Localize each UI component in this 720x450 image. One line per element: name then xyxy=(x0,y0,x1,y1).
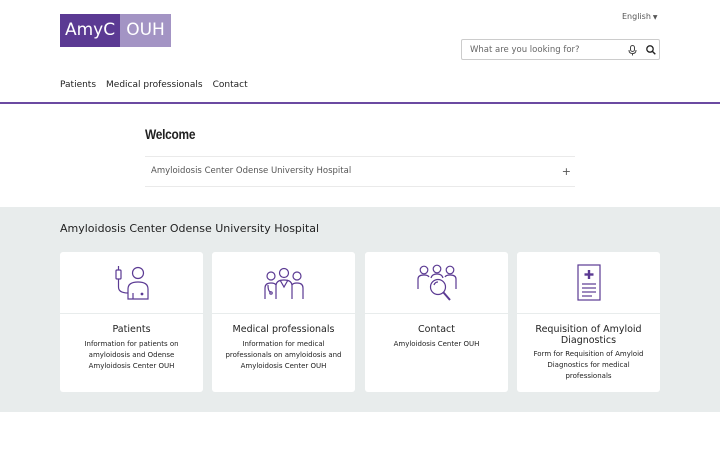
plus-icon[interactable]: + xyxy=(562,165,571,178)
card-description: Form for Requisition of Amyloid Diagnost… xyxy=(533,350,644,380)
search-box xyxy=(461,39,660,60)
card-description: Amyloidosis Center OUH xyxy=(393,340,480,348)
nav-item-patients[interactable]: Patients xyxy=(60,80,96,90)
doctors-icon xyxy=(212,252,355,314)
page-title: Welcome xyxy=(145,126,196,142)
logo-amyc: AmyC xyxy=(60,14,120,47)
card-title: Medical professionals xyxy=(232,324,335,335)
nav-item-medical-professionals[interactable]: Medical professionals xyxy=(106,80,203,90)
logo-ouh: OUH xyxy=(120,14,171,47)
card-medical-professionals[interactable]: Medical professionals Information for me… xyxy=(212,252,355,392)
language-label: English xyxy=(622,12,651,21)
site-logo[interactable]: AmyC OUH xyxy=(60,14,171,47)
language-selector[interactable]: English ▼ xyxy=(622,12,658,21)
search-input[interactable] xyxy=(462,40,618,59)
card-patients[interactable]: Patients Information for patients on amy… xyxy=(60,252,203,392)
main-nav: Patients Medical professionals Contact xyxy=(60,80,248,90)
accordion-item[interactable]: Amyloidosis Center Odense University Hos… xyxy=(145,156,575,187)
section-title: Amyloidosis Center Odense University Hos… xyxy=(60,222,320,235)
patient-icon xyxy=(60,252,203,314)
accordion-label: Amyloidosis Center Odense University Hos… xyxy=(151,166,352,176)
card-contact[interactable]: Contact Amyloidosis Center OUH xyxy=(365,252,508,392)
card-requisition[interactable]: Requisition of Amyloid Diagnostics Form … xyxy=(517,252,660,392)
nav-divider xyxy=(0,102,720,104)
card-description: Information for patients on amyloidosis … xyxy=(84,340,179,370)
microphone-icon[interactable] xyxy=(626,43,638,57)
card-title: Contact xyxy=(418,324,455,335)
medical-form-icon xyxy=(517,252,660,314)
card-title: Patients xyxy=(112,324,151,335)
caret-down-icon: ▼ xyxy=(652,14,658,21)
nav-item-contact[interactable]: Contact xyxy=(213,80,248,90)
card-description: Information for medical professionals on… xyxy=(225,340,342,370)
card-title: Requisition of Amyloid Diagnostics xyxy=(535,324,642,346)
search-icon[interactable] xyxy=(644,43,658,57)
people-search-icon xyxy=(365,252,508,314)
